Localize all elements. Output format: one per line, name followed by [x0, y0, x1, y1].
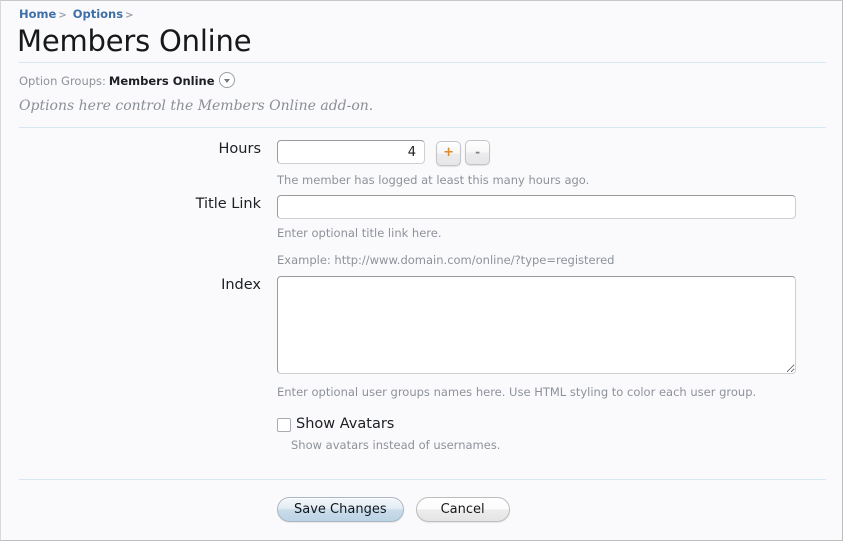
show-avatars-checkbox[interactable] — [277, 418, 291, 432]
title-link-input[interactable] — [277, 195, 796, 219]
hours-input[interactable] — [277, 140, 425, 164]
intro-text: Options here control the Members Online … — [19, 98, 374, 114]
cancel-button[interactable]: Cancel — [415, 497, 510, 522]
hours-increment-button[interactable]: + — [436, 141, 462, 166]
show-avatars-label[interactable]: Show Avatars — [296, 415, 394, 433]
show-avatars-row: Show Avatars — [277, 415, 394, 434]
form-actions: Save Changes Cancel — [277, 497, 522, 522]
chevron-down-circle-icon[interactable] — [218, 72, 235, 88]
option-groups-value: Members Online — [108, 74, 215, 88]
breadcrumb-link-options[interactable]: Options — [73, 7, 123, 21]
breadcrumb-separator: > — [125, 10, 134, 21]
save-changes-button[interactable]: Save Changes — [277, 497, 404, 522]
hint-hours: The member has logged at least this many… — [277, 173, 590, 187]
hours-control: +- — [277, 140, 494, 166]
breadcrumb: Home > Options > — [19, 7, 139, 23]
label-hours: Hours — [218, 141, 261, 157]
title-link-control — [277, 195, 796, 219]
hint-title-link: Enter optional title link here. — [277, 226, 442, 240]
hours-stepper: + - — [436, 140, 494, 166]
hours-decrement-button[interactable]: - — [465, 140, 491, 165]
label-index: Index — [221, 277, 261, 293]
index-textarea[interactable] — [277, 276, 796, 374]
divider-form-top — [19, 127, 826, 128]
breadcrumb-link-home[interactable]: Home — [19, 7, 56, 21]
option-groups-row: Option Groups: Members Online — [19, 72, 235, 89]
divider-top — [19, 62, 826, 63]
label-title-link: Title Link — [195, 196, 261, 212]
hint-index: Enter optional user groups names here. U… — [277, 385, 757, 399]
hint-show-avatars: Show avatars instead of usernames. — [291, 438, 501, 452]
option-groups-label: Option Groups: — [19, 74, 106, 88]
breadcrumb-separator: > — [58, 10, 67, 21]
divider-actions — [19, 479, 826, 480]
index-control — [277, 276, 796, 378]
options-page: Home > Options > Members Online Option Grou… — [0, 0, 843, 541]
example-title-link: Example: http://www.domain.com/online/?t… — [277, 253, 615, 267]
page-title: Members Online — [17, 24, 252, 58]
